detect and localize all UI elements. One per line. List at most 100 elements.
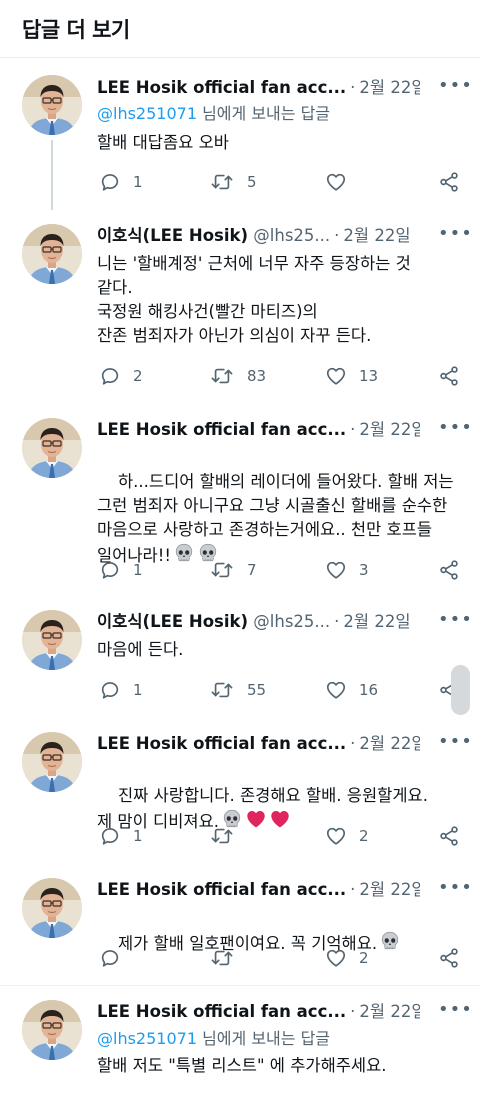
- retweet-icon: [209, 559, 235, 581]
- avatar[interactable]: [22, 1000, 82, 1060]
- like-count: 13: [359, 367, 379, 385]
- share-button[interactable]: [438, 363, 460, 389]
- retweet-button[interactable]: 83: [209, 363, 266, 389]
- more-icon[interactable]: •••: [438, 733, 472, 758]
- display-name[interactable]: LEE Hosik official fan acc...: [97, 1002, 346, 1021]
- share-button[interactable]: [438, 945, 460, 971]
- more-icon[interactable]: •••: [438, 77, 472, 102]
- tweet-actions: 2: [97, 945, 464, 971]
- reply-icon: [99, 365, 121, 387]
- tweet-actions: 1 5: [97, 169, 464, 195]
- tweet-date[interactable]: 2월 22일: [359, 78, 420, 97]
- reply-button[interactable]: [99, 945, 133, 971]
- avatar[interactable]: [22, 418, 82, 478]
- retweet-button[interactable]: [209, 945, 247, 971]
- reply-count: 1: [133, 173, 143, 191]
- tweet-text: 마음에 든다.: [97, 640, 184, 659]
- like-icon: [325, 825, 347, 847]
- tweet-text: 할배 저도 "특별 리스트" 에 추가해주세요.: [97, 1056, 387, 1075]
- reply-button[interactable]: 1: [99, 169, 143, 195]
- tweet-date[interactable]: 2월 22일: [343, 226, 410, 245]
- display-name[interactable]: 이호식(LEE Hosik): [97, 612, 248, 631]
- tweet-header: 이호식(LEE Hosik) @lhs25... · 2월 22일: [97, 612, 411, 631]
- avatar[interactable]: [22, 732, 82, 792]
- tweet[interactable]: LEE Hosik official fan acc... · 2월 22일 •••…: [0, 986, 480, 1104]
- retweet-button[interactable]: 7: [209, 557, 257, 583]
- tweet-text: 니는 '할배계정' 근처에 너무 자주 등장하는 것 같다. 국정원 해킹사건(…: [97, 254, 411, 345]
- display-name[interactable]: 이호식(LEE Hosik): [97, 226, 248, 245]
- mention-link[interactable]: @lhs251071: [97, 104, 197, 123]
- display-name[interactable]: LEE Hosik official fan acc...: [97, 420, 346, 439]
- reply-icon: [99, 559, 121, 581]
- tweet-date[interactable]: 2월 22일: [359, 880, 420, 899]
- tweet[interactable]: 이호식(LEE Hosik) @lhs25... · 2월 22일 ••• 니는 '…: [0, 208, 480, 402]
- tweet-date[interactable]: 2월 22일: [359, 420, 420, 439]
- reply-count: 2: [133, 367, 143, 385]
- share-button[interactable]: [438, 823, 460, 849]
- share-button[interactable]: [438, 169, 460, 195]
- avatar[interactable]: [22, 224, 82, 284]
- like-button[interactable]: 3: [325, 557, 369, 583]
- reply-button[interactable]: 1: [99, 677, 143, 703]
- avatar[interactable]: [22, 75, 82, 135]
- reply-button[interactable]: 1: [99, 557, 143, 583]
- reply-icon: [99, 947, 121, 969]
- avatar[interactable]: [22, 610, 82, 670]
- share-icon: [438, 171, 460, 193]
- more-icon[interactable]: •••: [438, 1001, 472, 1026]
- retweet-icon: [209, 171, 235, 193]
- user-handle[interactable]: @lhs25...: [253, 226, 330, 245]
- reply-count: 1: [133, 681, 143, 699]
- retweet-button[interactable]: [209, 823, 247, 849]
- tweet[interactable]: LEE Hosik official fan acc... · 2월 22일 •••…: [0, 60, 480, 208]
- share-button[interactable]: [438, 557, 460, 583]
- tweet[interactable]: LEE Hosik official fan acc... · 2월 22일 •••…: [0, 402, 480, 594]
- tweet-date[interactable]: 2월 22일: [359, 1002, 420, 1021]
- reply-button[interactable]: 2: [99, 363, 143, 389]
- tweet[interactable]: LEE Hosik official fan acc... · 2월 22일 •••…: [0, 718, 480, 864]
- tweet-header: 이호식(LEE Hosik) @lhs25... · 2월 22일: [97, 226, 411, 245]
- tweet-header: LEE Hosik official fan acc... · 2월 22일: [97, 732, 420, 756]
- like-button[interactable]: 16: [325, 677, 378, 703]
- like-button[interactable]: [325, 169, 359, 195]
- mention-link[interactable]: @lhs251071: [97, 1029, 197, 1048]
- like-button[interactable]: 2: [325, 945, 369, 971]
- display-name[interactable]: LEE Hosik official fan acc...: [97, 734, 346, 753]
- more-icon[interactable]: •••: [438, 611, 472, 636]
- tweet-header: LEE Hosik official fan acc... · 2월 22일: [97, 418, 420, 442]
- retweet-button[interactable]: 55: [209, 677, 266, 703]
- replying-to: @lhs251071 님에게 보내는 답글: [97, 104, 331, 123]
- share-icon: [438, 947, 460, 969]
- tweet-text: 할배 대답좀요 오바: [97, 133, 229, 152]
- reply-icon: [99, 825, 121, 847]
- display-name[interactable]: LEE Hosik official fan acc...: [97, 880, 346, 899]
- more-icon[interactable]: •••: [438, 419, 472, 444]
- retweet-count: 7: [247, 561, 257, 579]
- reply-count: 1: [133, 827, 143, 845]
- like-icon: [325, 947, 347, 969]
- reply-button[interactable]: 1: [99, 823, 143, 849]
- more-icon[interactable]: •••: [438, 879, 472, 904]
- like-icon: [325, 365, 347, 387]
- tweet-date[interactable]: 2월 22일: [343, 612, 410, 631]
- like-button[interactable]: 13: [325, 363, 378, 389]
- tweet-actions: 1 2: [97, 823, 464, 849]
- retweet-button[interactable]: 5: [209, 169, 257, 195]
- header: 답글 더 보기: [0, 0, 480, 58]
- more-icon[interactable]: •••: [438, 225, 472, 250]
- like-icon: [325, 171, 347, 193]
- avatar[interactable]: [22, 878, 82, 938]
- tweet[interactable]: 이호식(LEE Hosik) @lhs25... · 2월 22일 ••• 마음에 …: [0, 594, 480, 718]
- retweet-icon: [209, 825, 235, 847]
- retweet-icon: [209, 365, 235, 387]
- retweet-icon: [209, 679, 235, 701]
- scrollbar-thumb[interactable]: [451, 665, 470, 715]
- display-name[interactable]: LEE Hosik official fan acc...: [97, 78, 346, 97]
- tweet-actions: 2 83 13: [97, 363, 464, 389]
- like-count: 3: [359, 561, 369, 579]
- tweet[interactable]: LEE Hosik official fan acc... · 2월 22일 •••…: [0, 864, 480, 986]
- user-handle[interactable]: @lhs25...: [253, 612, 330, 631]
- tweet-actions: 1 55 16: [97, 677, 464, 703]
- tweet-date[interactable]: 2월 22일: [359, 734, 420, 753]
- like-button[interactable]: 2: [325, 823, 369, 849]
